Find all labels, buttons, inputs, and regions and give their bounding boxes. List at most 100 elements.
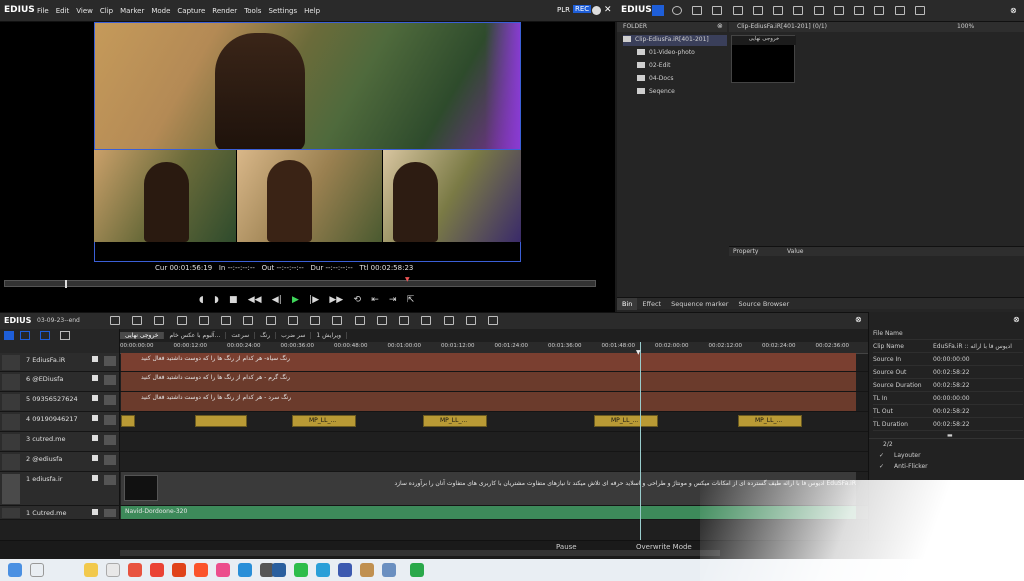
track-sync-icon[interactable] — [104, 509, 116, 517]
snap-icon[interactable] — [332, 316, 343, 325]
folder-icon[interactable] — [692, 6, 703, 15]
track-type-icon[interactable] — [2, 434, 20, 450]
audio-mixer-icon[interactable] — [443, 316, 454, 325]
check-icon[interactable]: ✓ — [879, 463, 884, 470]
chrome-icon[interactable] — [128, 563, 142, 577]
track-header[interactable]: 5 09356527624 — [0, 392, 120, 411]
marker-icon[interactable] — [354, 316, 365, 325]
track-header[interactable]: 7 EdiusFa.iR — [0, 353, 120, 371]
app3-icon[interactable] — [360, 563, 374, 577]
save-icon[interactable] — [154, 316, 165, 325]
menu-item-view[interactable]: View — [76, 7, 93, 15]
track-header[interactable]: 6 @EDiusfa — [0, 372, 120, 391]
track-sync-icon[interactable] — [104, 395, 116, 405]
bin-close-icon[interactable]: ⊗ — [1010, 6, 1017, 15]
set-out-icon[interactable]: ◗ — [214, 295, 219, 305]
bin-zoom[interactable]: 100% — [957, 23, 974, 30]
check-icon[interactable]: ✓ — [879, 452, 884, 459]
menu-item-tools[interactable]: Tools — [244, 7, 261, 15]
open-icon[interactable] — [752, 6, 763, 15]
timeline-close-icon[interactable]: ⊗ — [855, 315, 862, 324]
stop-icon[interactable]: ■ — [229, 295, 238, 305]
track-type-icon[interactable] — [2, 454, 20, 470]
bin-clip-thumbnail[interactable]: خروجی نهایی — [731, 35, 796, 83]
video-clip[interactable]: MP_LL_... — [423, 415, 487, 427]
up-icon[interactable] — [712, 6, 723, 15]
folder-item[interactable]: Clip-EdiusFa.iR[401-201] — [623, 35, 727, 46]
folder-item[interactable]: 02-Edit — [637, 61, 727, 72]
track-type-icon[interactable] — [2, 474, 20, 504]
rewind-icon[interactable]: ◀◀ — [248, 295, 262, 305]
instagram-icon[interactable] — [216, 563, 230, 577]
render-icon[interactable] — [421, 316, 432, 325]
track-sync-icon[interactable] — [104, 455, 116, 465]
track-sync-icon[interactable] — [104, 475, 116, 485]
overwrite-icon[interactable]: ⇥ — [389, 295, 397, 305]
track-sync-icon[interactable] — [104, 415, 116, 425]
new-sequence-icon[interactable] — [110, 316, 120, 325]
add-clip-icon[interactable] — [773, 6, 784, 15]
bin-tab-1[interactable]: Effect — [637, 298, 666, 310]
track-toggle-icon[interactable] — [92, 395, 98, 401]
firefox-icon[interactable] — [172, 563, 186, 577]
sync-icon[interactable] — [40, 331, 50, 340]
playhead-marker[interactable]: ▼ — [636, 349, 641, 356]
track-sync-icon[interactable] — [104, 375, 116, 385]
delete-icon[interactable] — [243, 316, 254, 325]
search-icon[interactable] — [672, 6, 682, 15]
step-forward-icon[interactable]: |▶ — [309, 295, 319, 305]
effect-icon[interactable] — [399, 316, 410, 325]
scrub-handle[interactable] — [65, 280, 67, 288]
track-header[interactable]: 3 cutred.me — [0, 432, 120, 451]
timeline-playhead[interactable] — [640, 342, 641, 559]
track-type-icon[interactable] — [2, 374, 20, 390]
timeline-clip[interactable]: رنگ گرم - هر کدام از رنگ ها را که دوست د… — [121, 372, 856, 391]
track-sync-icon[interactable] — [104, 356, 116, 366]
photoshop-icon[interactable] — [272, 563, 286, 577]
explorer-icon[interactable] — [84, 563, 98, 577]
plr-label[interactable]: PLR — [557, 6, 570, 14]
track-toggle-icon[interactable] — [92, 455, 98, 461]
track-toggle-icon[interactable] — [92, 509, 98, 515]
track-row[interactable]: 5 09356527624 رنگ سرد - هر کدام از رنگ ها… — [0, 392, 868, 412]
opera-icon[interactable] — [150, 563, 164, 577]
copy-icon[interactable] — [198, 316, 209, 325]
mode-icon[interactable] — [4, 331, 14, 340]
folder-item[interactable]: 04-Docs — [637, 74, 727, 85]
search-taskbar-icon[interactable] — [30, 563, 44, 577]
scrub-bar[interactable] — [4, 280, 596, 288]
sequence-tab-5[interactable]: ویرایش 1 — [311, 332, 348, 339]
video-clip[interactable]: MP_LL_... — [594, 415, 658, 427]
effect-item[interactable]: ✓ Anti-Flicker — [879, 463, 928, 470]
video-clip[interactable] — [121, 415, 135, 427]
track-toggle-icon[interactable] — [92, 415, 98, 421]
track-header[interactable]: 1 ediusfa.ir — [0, 472, 120, 505]
track-type-icon[interactable] — [2, 355, 20, 370]
track-row[interactable]: 6 @EDiusfa رنگ گرم - هر کدام از رنگ ها را… — [0, 372, 868, 392]
bin-view-icon[interactable] — [652, 5, 664, 16]
layout-icon[interactable] — [914, 6, 925, 15]
app4-icon[interactable] — [382, 563, 396, 577]
app2-icon[interactable] — [338, 563, 352, 577]
delete-icon[interactable] — [854, 6, 865, 15]
paste-icon[interactable] — [221, 316, 232, 325]
export-icon[interactable]: ⇱ — [407, 295, 415, 305]
track-toggle-icon[interactable] — [92, 475, 98, 481]
timeline-clip[interactable]: رنگ سیاه- هر کدام از رنگ ها را که دوست د… — [121, 353, 856, 371]
open-project-icon[interactable] — [132, 316, 143, 325]
start-icon[interactable] — [8, 563, 22, 577]
track-toggle-icon[interactable] — [92, 356, 98, 362]
menu-item-mode[interactable]: Mode — [151, 7, 170, 15]
track-toggle-icon[interactable] — [92, 435, 98, 441]
menu-item-render[interactable]: Render — [212, 7, 237, 15]
track-sync-icon[interactable] — [104, 435, 116, 445]
copy-icon[interactable] — [813, 6, 824, 15]
grid-view-icon[interactable] — [894, 6, 905, 15]
files-icon[interactable] — [106, 563, 120, 577]
close-icon[interactable]: ✕ — [604, 5, 612, 15]
bin-tab-0[interactable]: Bin — [617, 298, 638, 310]
menu-item-clip[interactable]: Clip — [100, 7, 113, 15]
brave-icon[interactable] — [194, 563, 208, 577]
track-row[interactable]: 2 @ediusfa — [0, 452, 868, 472]
ripple-icon[interactable] — [265, 316, 276, 325]
